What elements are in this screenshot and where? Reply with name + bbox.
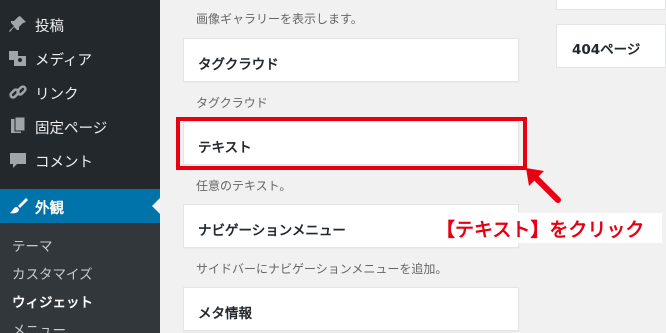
submenu-item-themes[interactable]: テーマ	[12, 235, 53, 255]
text-widget-description: 任意のテキスト。	[196, 179, 292, 193]
submenu-item-widgets[interactable]: ウィジェット	[12, 291, 93, 311]
annotation-label: 【テキスト】をクリック	[432, 213, 662, 243]
sidebar-item-label: 投稿	[35, 19, 64, 35]
navigation-menu-widget-description: サイドバーにナビゲーションメニューを追加。	[196, 262, 448, 276]
pin-icon	[8, 14, 28, 34]
media-icon	[8, 48, 28, 68]
link-icon	[8, 82, 28, 102]
sidebar-item-pages[interactable]: 固定ページ	[0, 109, 160, 143]
sidebar-item-appearance[interactable]: 外観	[0, 189, 160, 223]
sidebar-item-media[interactable]: メディア	[0, 41, 160, 75]
annotation-arrow-icon	[518, 160, 568, 210]
sidebar-item-label: コメント	[35, 155, 93, 171]
sidebar-item-label: メディア	[35, 53, 92, 69]
submenu-item-customize[interactable]: カスタマイズ	[12, 263, 93, 283]
sidebar-item-posts[interactable]: 投稿	[0, 7, 160, 41]
appearance-submenu: テーマ カスタマイズ ウィジェット メニュー	[0, 223, 160, 333]
current-indicator	[152, 198, 160, 214]
widget-tag-cloud[interactable]: タグクラウド	[183, 38, 519, 82]
widget-area-404-page[interactable]: 404ページ	[556, 24, 666, 68]
widget-meta[interactable]: メタ情報	[183, 287, 519, 331]
page-icon	[8, 116, 28, 136]
tag-cloud-widget-description: タグクラウド	[196, 96, 268, 110]
sidebar-item-label: 固定ページ	[35, 121, 108, 137]
brush-icon	[8, 196, 28, 216]
submenu-item-menus[interactable]: メニュー	[12, 319, 66, 333]
sidebar-item-label: 外観	[35, 201, 64, 217]
sidebar-item-label: リンク	[35, 87, 79, 103]
widget-title: ナビゲーションメニュー	[198, 223, 346, 239]
widget-title: メタ情報	[198, 306, 252, 322]
sidebar-item-comments[interactable]: コメント	[0, 143, 160, 177]
widget-area-title: 404ページ	[572, 42, 641, 58]
comment-icon	[8, 150, 28, 170]
admin-sidebar: 投稿 メディア リンク 固定ページ コメント 外観 テーマ カスタマイズ ウィジ…	[0, 0, 160, 333]
widget-title: タグクラウド	[198, 57, 279, 73]
gallery-widget-description: 画像ギャラリーを表示します。	[196, 12, 363, 26]
widget-area-top-edge	[556, 0, 666, 10]
sidebar-item-links[interactable]: リンク	[0, 75, 160, 109]
highlight-box	[176, 117, 527, 170]
